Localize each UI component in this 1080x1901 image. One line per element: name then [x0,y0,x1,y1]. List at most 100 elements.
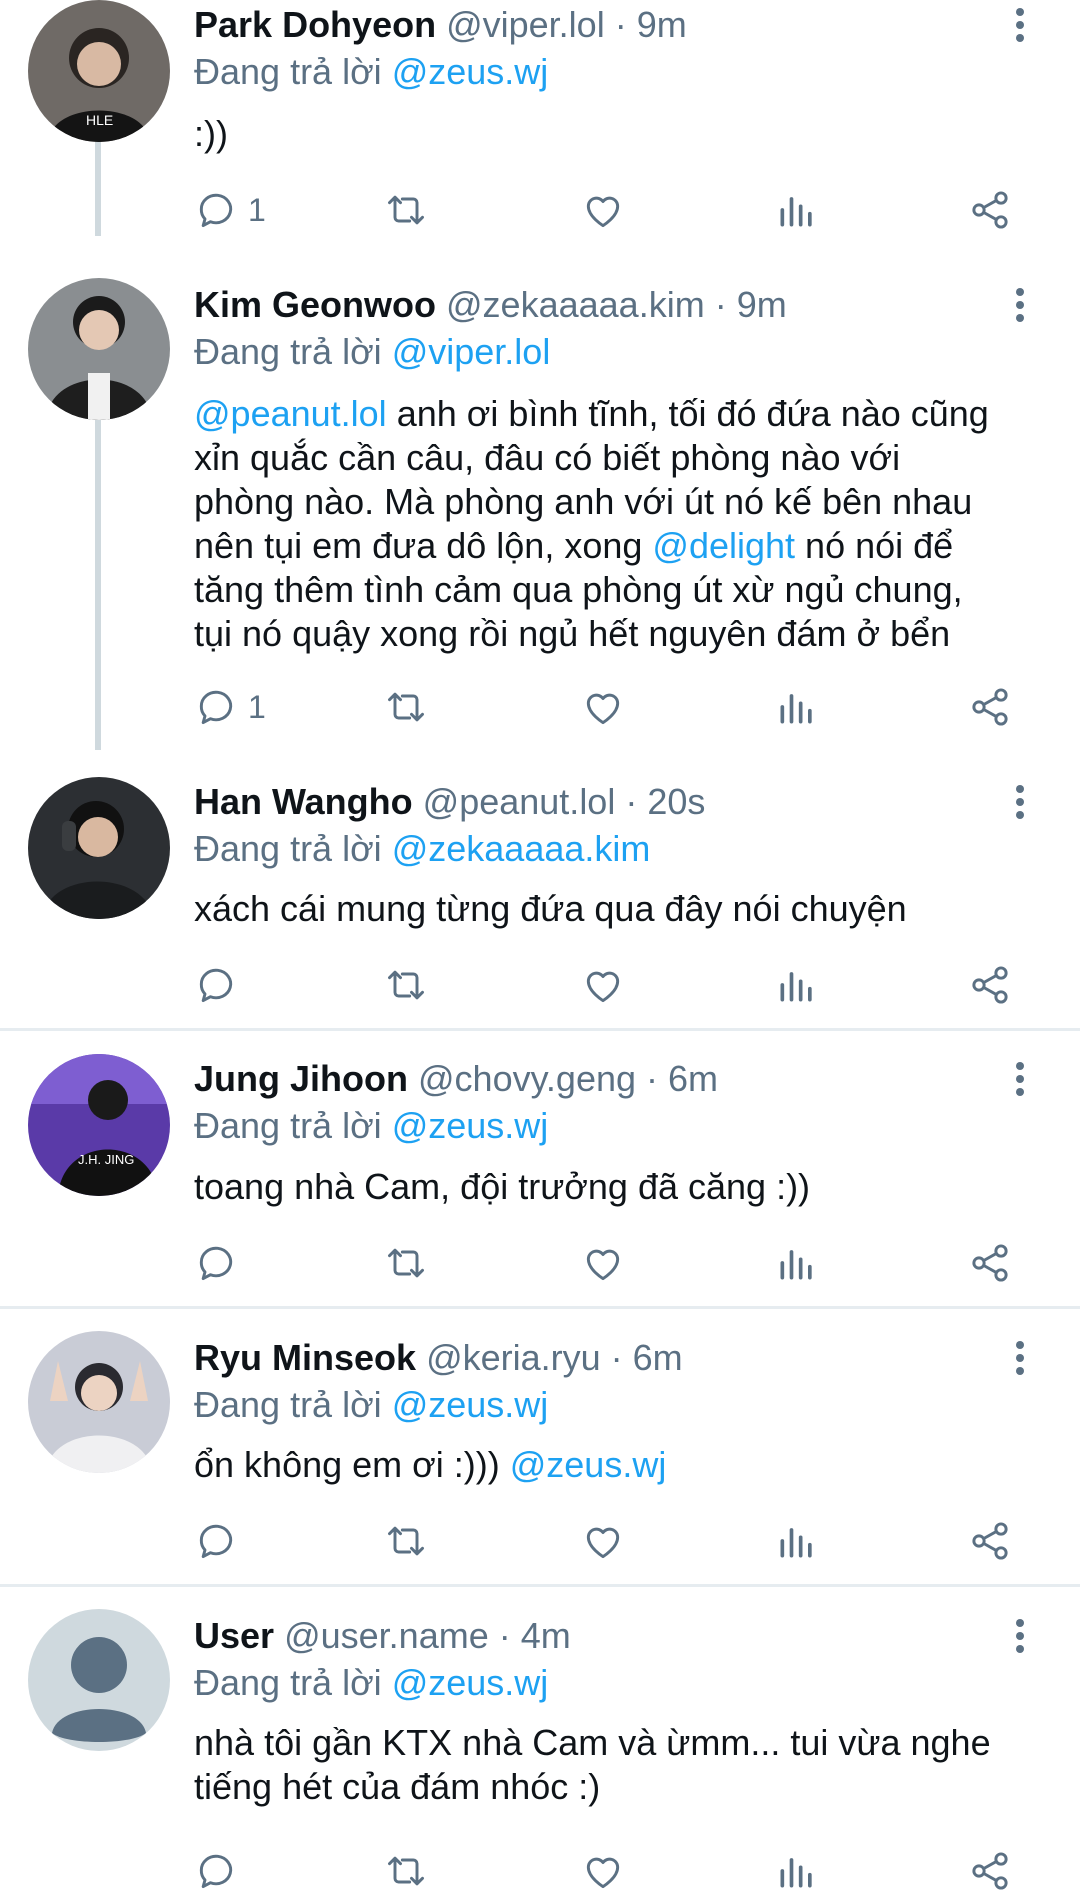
tweet-peanut[interactable]: Han Wangho @peanut.lol · 20s Đang trả lờ… [0,775,1080,1025]
action-bar [0,955,1080,1015]
handle[interactable]: @chovy.geng [418,1058,636,1099]
like-button[interactable] [581,677,625,737]
action-bar: 1 [0,180,1080,240]
tweet-header: Jung Jihoon @chovy.geng · 6m [194,1056,990,1102]
retweet-button[interactable] [384,180,428,240]
display-name[interactable]: Ryu Minseok [194,1337,416,1378]
timestamp[interactable]: · 9m [715,284,787,325]
analytics-button[interactable] [775,955,819,1015]
like-button[interactable] [581,1233,625,1293]
timestamp[interactable]: · 9m [615,4,687,45]
retweet-button[interactable] [384,955,428,1015]
handle[interactable]: @peanut.lol [423,781,616,822]
replying-label: Đang trả lời [194,51,382,92]
reply-button[interactable]: 1 [194,677,266,737]
retweet-icon [388,1856,424,1886]
analytics-button[interactable] [775,1511,819,1571]
more-icon[interactable] [1002,779,1038,825]
action-bar [0,1233,1080,1293]
share-button[interactable] [968,1233,1012,1293]
more-icon[interactable] [1002,282,1038,328]
retweet-button[interactable] [384,1233,428,1293]
reply-button[interactable] [194,1511,238,1571]
timestamp[interactable]: · 6m [646,1058,718,1099]
tweet-text: xách cái mung từng đứa qua đây nói chuyệ… [194,887,1054,931]
reply-button[interactable] [194,1841,238,1901]
like-button[interactable] [581,1841,625,1901]
handle[interactable]: @user.name [284,1615,489,1656]
tweet-user[interactable]: User @user.name · 4m Đang trả lời @zeus.… [0,1609,1080,1890]
analytics-button[interactable] [775,1233,819,1293]
like-button[interactable] [581,955,625,1015]
tweet-keria[interactable]: Ryu Minseok @keria.ryu · 6m Đang trả lời… [0,1331,1080,1581]
more-icon[interactable] [1002,1613,1038,1659]
reply-count: 1 [248,688,266,725]
mention-link[interactable]: @peanut.lol [194,393,387,434]
analytics-button[interactable] [775,677,819,737]
share-icon [972,1852,1008,1890]
reply-to-mention[interactable]: @zekaaaaa.kim [392,828,651,869]
display-name[interactable]: Kim Geonwoo [194,284,436,325]
tweet-zeka[interactable]: Kim Geonwoo @zekaaaaa.kim · 9m Đang trả … [0,276,1080,750]
more-icon[interactable] [1002,1056,1038,1102]
timestamp[interactable]: · 4m [499,1615,571,1656]
reply-button[interactable]: 1 [194,180,266,240]
mention-link[interactable]: @delight [652,525,795,566]
reply-icon [199,1854,233,1889]
like-button[interactable] [581,180,625,240]
analytics-icon [780,694,812,724]
share-button[interactable] [968,180,1012,240]
reply-button[interactable] [194,955,238,1015]
reply-to-mention[interactable]: @zeus.wj [392,1105,549,1146]
avatar[interactable]: J.H. JING [28,1054,170,1196]
reply-to-mention[interactable]: @viper.lol [392,331,551,372]
divider [0,1306,1080,1309]
share-button[interactable] [968,1841,1012,1901]
reply-to-mention[interactable]: @zeus.wj [392,51,549,92]
reply-to-mention[interactable]: @zeus.wj [392,1384,549,1425]
retweet-button[interactable] [384,1841,428,1901]
reply-button[interactable] [194,1233,238,1293]
retweet-button[interactable] [384,677,428,737]
reply-to-mention[interactable]: @zeus.wj [392,1662,549,1703]
analytics-button[interactable] [775,180,819,240]
text-segment: nó nói để [795,525,954,566]
handle[interactable]: @viper.lol [446,4,605,45]
handle[interactable]: @zekaaaaa.kim [446,284,705,325]
more-icon[interactable] [1002,2,1038,48]
avatar[interactable]: HLE [28,0,170,142]
share-icon [972,1244,1008,1282]
action-bar [0,1511,1080,1571]
share-button[interactable] [968,1511,1012,1571]
tweet-viper[interactable]: HLE Park Dohyeon @viper.lol · 9m Đang tr… [0,0,1080,236]
share-icon [972,1522,1008,1560]
avatar[interactable] [28,278,170,420]
default-avatar-icon [28,1609,170,1751]
tweet-text-line: toang nhà Cam, đội trưởng đã căng :)) [194,1166,811,1207]
tweet-header: Han Wangho @peanut.lol · 20s [194,779,990,825]
avatar[interactable] [28,777,170,919]
like-button[interactable] [581,1511,625,1571]
retweet-button[interactable] [384,1511,428,1571]
display-name[interactable]: Jung Jihoon [194,1058,408,1099]
handle[interactable]: @keria.ryu [426,1337,601,1378]
mention-link[interactable]: @zeus.wj [510,1444,667,1485]
display-name[interactable]: Han Wangho [194,781,413,822]
avatar[interactable] [28,1609,170,1751]
avatar[interactable] [28,1331,170,1473]
display-name[interactable]: User [194,1615,274,1656]
display-name[interactable]: Park Dohyeon [194,4,436,45]
timestamp[interactable]: · 6m [611,1337,683,1378]
tweet-text: :)) [194,112,1054,156]
tweet-text-line: xỉn quắc cần câu, đâu có biết phòng nào … [194,437,901,478]
tweet-chovy[interactable]: J.H. JING Jung Jihoon @chovy.geng · 6m Đ… [0,1053,1080,1303]
replying-label: Đang trả lời [194,828,382,869]
replying-to: Đang trả lời @viper.lol [194,329,550,375]
share-button[interactable] [968,677,1012,737]
tweet-header: Kim Geonwoo @zekaaaaa.kim · 9m [194,282,990,328]
text-segment: anh ơi bình tĩnh, tối đó đứa nào cũng [386,393,989,434]
more-icon[interactable] [1002,1335,1038,1381]
analytics-button[interactable] [775,1841,819,1901]
timestamp[interactable]: · 20s [625,781,705,822]
share-button[interactable] [968,955,1012,1015]
